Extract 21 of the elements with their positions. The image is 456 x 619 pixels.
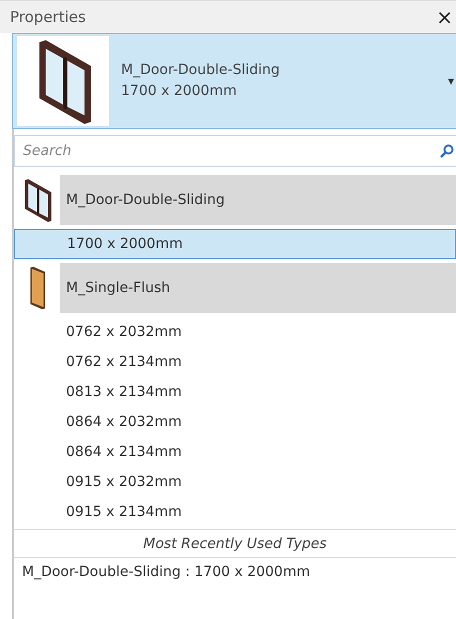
- section-heading: Most Recently Used Types: [14, 529, 456, 558]
- caret-icon: ▾: [448, 74, 456, 88]
- close-button[interactable]: ×: [436, 7, 453, 27]
- type-row[interactable]: 1700 x 2000mm: [14, 229, 456, 259]
- type-row[interactable]: 0813 x 2134mm: [14, 377, 456, 407]
- type-row[interactable]: 0864 x 2134mm: [14, 437, 456, 467]
- type-row[interactable]: 0864 x 2032mm: [14, 407, 456, 437]
- type-row[interactable]: 0762 x 2032mm: [14, 317, 456, 347]
- family-row[interactable]: M_Door-Double-Sliding: [14, 175, 456, 225]
- type-row[interactable]: 0915 x 2134mm: [14, 497, 456, 527]
- sliding-door-icon: [17, 36, 109, 126]
- type-row[interactable]: 0915 x 2032mm: [14, 467, 456, 497]
- family-name: M_Door-Double-Sliding: [121, 61, 281, 80]
- panel-title: Properties: [10, 8, 86, 26]
- search-icon: [440, 144, 454, 158]
- recent-type-item[interactable]: M_Door-Double-Sliding : 1700 x 2000mm: [14, 558, 456, 586]
- search-field[interactable]: Search: [14, 135, 456, 167]
- family-row[interactable]: M_Single-Flush: [14, 263, 456, 313]
- type-selector[interactable]: M_Door-Double-Sliding 1700 x 2000mm ▾: [12, 33, 456, 129]
- type-row[interactable]: 0762 x 2134mm: [14, 347, 456, 377]
- type-name: 1700 x 2000mm: [121, 82, 238, 101]
